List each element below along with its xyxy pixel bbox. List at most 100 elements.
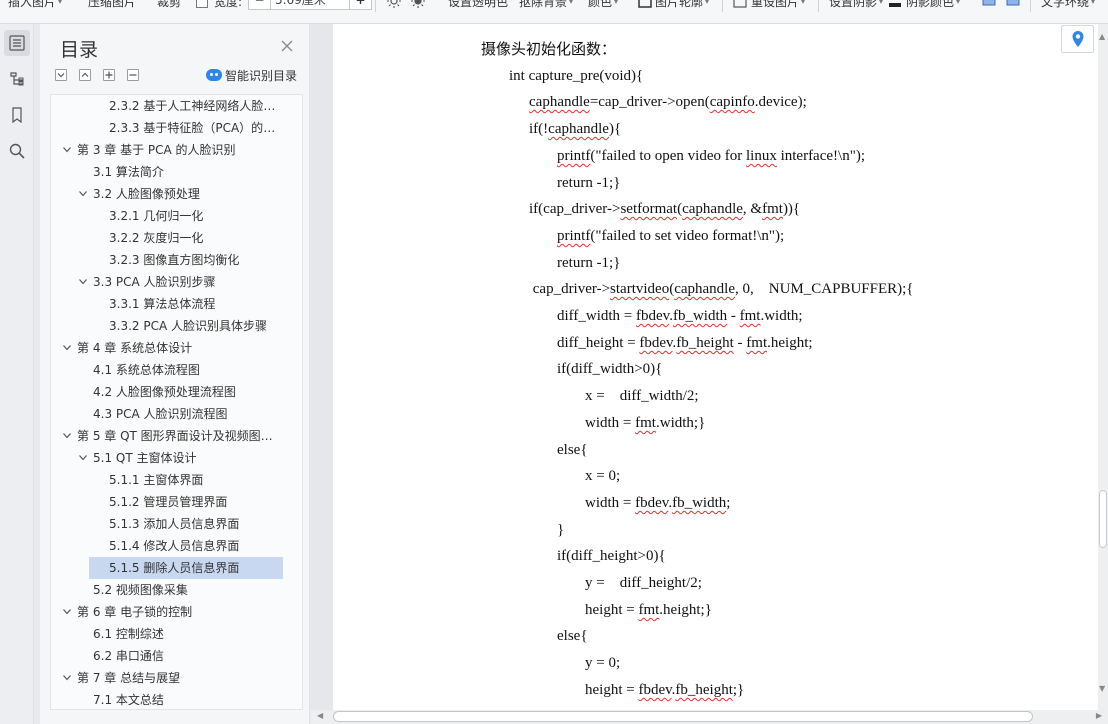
toc-item[interactable]: 第 4 章 系统总体设计 xyxy=(51,337,283,359)
toc-item[interactable]: 3.2.2 灰度归一化 xyxy=(51,227,283,249)
toc-item[interactable]: 2.3.2 基于人工神经网络人脸识别 xyxy=(51,95,283,117)
shadow-color-icon xyxy=(889,3,901,7)
shadow-color-button[interactable]: 阴影颜色 xyxy=(906,0,960,12)
set-shadow-button[interactable]: 设置阴影 xyxy=(829,0,883,12)
toc-item[interactable]: 6.2 串口通信 xyxy=(51,645,283,667)
chevron-down-icon[interactable] xyxy=(63,147,71,153)
spellcheck-mark: fbdev xyxy=(638,682,672,698)
toc-item[interactable]: 4.3 PCA 人脸识别流程图 xyxy=(51,403,283,425)
chevron-down-icon[interactable] xyxy=(79,455,87,461)
chapter-nav-button[interactable] xyxy=(4,66,30,92)
toc-item[interactable]: 3.2.1 几何归一化 xyxy=(51,205,283,227)
collapse-all-button[interactable] xyxy=(79,69,91,81)
toc-item[interactable]: 3.2.3 图像直方图均衡化 xyxy=(51,249,283,271)
document-page[interactable]: 摄像头初始化函数： int capture_pre(void){caphandle… xyxy=(333,24,1098,710)
smart-toc-button[interactable]: 智能识别目录 xyxy=(206,68,297,84)
remove-heading-button[interactable] xyxy=(127,69,139,81)
chevron-down-icon[interactable] xyxy=(79,279,87,285)
toc-item-label: 5.1.5 删除人员信息界面 xyxy=(109,561,240,575)
toc-item-label: 5.1.2 管理员管理界面 xyxy=(109,495,228,509)
toc-item[interactable]: 3.2 人脸图像预处理 xyxy=(51,183,283,205)
chevron-down-icon[interactable] xyxy=(63,345,71,351)
toc-item[interactable]: 6.1 控制综述 xyxy=(51,623,283,645)
width-decrease-button[interactable]: − xyxy=(249,0,271,9)
toc-item[interactable]: 5.1.5 删除人员信息界面 xyxy=(89,557,283,579)
spellcheck-mark: caphandle xyxy=(682,201,743,217)
toc-item[interactable]: 3.3.1 算法总体流程 xyxy=(51,293,283,315)
reset-image-button[interactable]: 重设图片 xyxy=(751,0,805,12)
toc-item[interactable]: 5.1 QT 主窗体设计 xyxy=(51,447,283,469)
toc-item[interactable]: 3.1 算法简介 xyxy=(51,161,283,183)
toc-item[interactable]: 第 7 章 总结与展望 xyxy=(51,667,283,689)
toc-item-label: 5.1.1 主窗体界面 xyxy=(109,473,204,487)
toc-item[interactable]: 3.3.2 PCA 人脸识别具体步骤 xyxy=(51,315,283,337)
set-transparent-button[interactable]: 设置透明色 xyxy=(448,0,508,12)
text-wrap-button[interactable]: 文字环绕 xyxy=(1041,0,1095,12)
locate-button[interactable] xyxy=(1061,25,1094,53)
toc-item-label: 5.1.4 修改人员信息界面 xyxy=(109,539,240,553)
toc-panel-button[interactable] xyxy=(4,30,30,56)
code-line: y = diff_height/2; xyxy=(585,575,702,591)
toc-item[interactable]: 5.1.2 管理员管理界面 xyxy=(51,491,283,513)
insert-image-button[interactable]: 插入图片 xyxy=(8,0,62,12)
spellcheck-mark: fmt xyxy=(635,415,656,431)
toc-item[interactable]: 第 6 章 电子锁的控制 xyxy=(51,601,283,623)
scroll-left-icon[interactable]: ◀ xyxy=(317,711,323,720)
horizontal-scrollbar[interactable]: ◀ ▶ xyxy=(311,710,1108,724)
toc-item[interactable]: 7.1 本文总结 xyxy=(51,689,283,709)
toc-item[interactable]: 3.3 PCA 人脸识别步骤 xyxy=(51,271,283,293)
spellcheck-mark: fbdev xyxy=(636,308,670,324)
code-line: cap_driver->startvideo(caphandle, 0, NUM… xyxy=(529,281,914,297)
ribbon-toolbar: 插入图片 压缩图片 裁剪 宽度: − 5.69厘米 + 设置透明色 抠除背景 颜… xyxy=(0,0,1108,24)
code-line: caphandle=cap_driver->open(capinfo.devic… xyxy=(529,94,807,110)
toc-item-label: 4.1 系统总体流程图 xyxy=(93,363,200,377)
toc-item[interactable]: 5.1.4 修改人员信息界面 xyxy=(51,535,283,557)
toc-item[interactable]: 第 5 章 QT 图形界面设计及视频图像采集 xyxy=(51,425,283,447)
ai-robot-icon xyxy=(206,69,222,81)
toc-list: 2.3.2 基于人工神经网络人脸识别 2.3.3 基于特征脸（PCA）的人脸识别第… xyxy=(50,94,303,710)
compress-image-button[interactable]: 压缩图片 xyxy=(88,0,136,12)
search-button[interactable] xyxy=(4,138,30,164)
add-heading-button[interactable] xyxy=(103,69,115,81)
horizontal-scroll-thumb[interactable] xyxy=(333,711,1033,722)
scroll-up-icon[interactable]: ▲ xyxy=(1099,32,1105,41)
width-input[interactable]: 5.69厘米 xyxy=(275,0,326,9)
toc-item[interactable]: 4.1 系统总体流程图 xyxy=(51,359,283,381)
scroll-down-icon[interactable]: ▼ xyxy=(1099,684,1105,693)
scroll-right-icon[interactable]: ▶ xyxy=(1096,711,1102,720)
lock-aspect-checkbox[interactable] xyxy=(196,0,208,8)
image-outline-icon xyxy=(638,0,652,8)
crop-button[interactable]: 裁剪 xyxy=(157,0,181,12)
width-stepper[interactable]: − 5.69厘米 + xyxy=(248,0,372,10)
toc-item-label: 3.3.2 PCA 人脸识别具体步骤 xyxy=(109,319,267,333)
plus-icon xyxy=(105,71,113,79)
toc-item[interactable]: 2.3.3 基于特征脸（PCA）的人脸识别 xyxy=(51,117,283,139)
contrast-icon[interactable] xyxy=(411,0,425,8)
vertical-scrollbar[interactable]: ▲ ▼ xyxy=(1098,24,1108,710)
nudge-shadow-icon[interactable] xyxy=(1006,0,1020,8)
close-icon[interactable] xyxy=(280,39,294,53)
expand-all-button[interactable] xyxy=(55,69,67,81)
remove-background-button[interactable]: 抠除背景 xyxy=(519,0,573,12)
chevron-down-icon[interactable] xyxy=(63,609,71,615)
toc-item-label: 5.1.3 添加人员信息界面 xyxy=(109,517,240,531)
toc-item[interactable]: 5.1.3 添加人员信息界面 xyxy=(51,513,283,535)
spellcheck-mark: fb_width xyxy=(672,495,727,511)
brightness-icon[interactable] xyxy=(387,0,401,8)
vertical-scroll-thumb[interactable] xyxy=(1099,490,1107,548)
bookmark-button[interactable] xyxy=(4,102,30,128)
toc-item[interactable]: 4.2 人脸图像预处理流程图 xyxy=(51,381,283,403)
toc-item[interactable]: 第 3 章 基于 PCA 的人脸识别 xyxy=(51,139,283,161)
toc-item-label: 7.1 本文总结 xyxy=(93,693,164,707)
toc-item[interactable]: 5.2 视频图像采集 xyxy=(51,579,283,601)
toolbar-divider xyxy=(1030,0,1031,12)
image-outline-button[interactable]: 图片轮廓 xyxy=(655,0,709,12)
spellcheck-mark: fmt xyxy=(739,308,761,324)
chevron-down-icon[interactable] xyxy=(79,191,87,197)
toc-item[interactable]: 5.1.1 主窗体界面 xyxy=(51,469,283,491)
color-button[interactable]: 颜色 xyxy=(588,0,618,12)
chevron-down-icon[interactable] xyxy=(63,433,71,439)
width-increase-button[interactable]: + xyxy=(349,0,371,9)
chevron-down-icon[interactable] xyxy=(63,675,71,681)
nudge-shadow-icon[interactable] xyxy=(982,0,996,8)
